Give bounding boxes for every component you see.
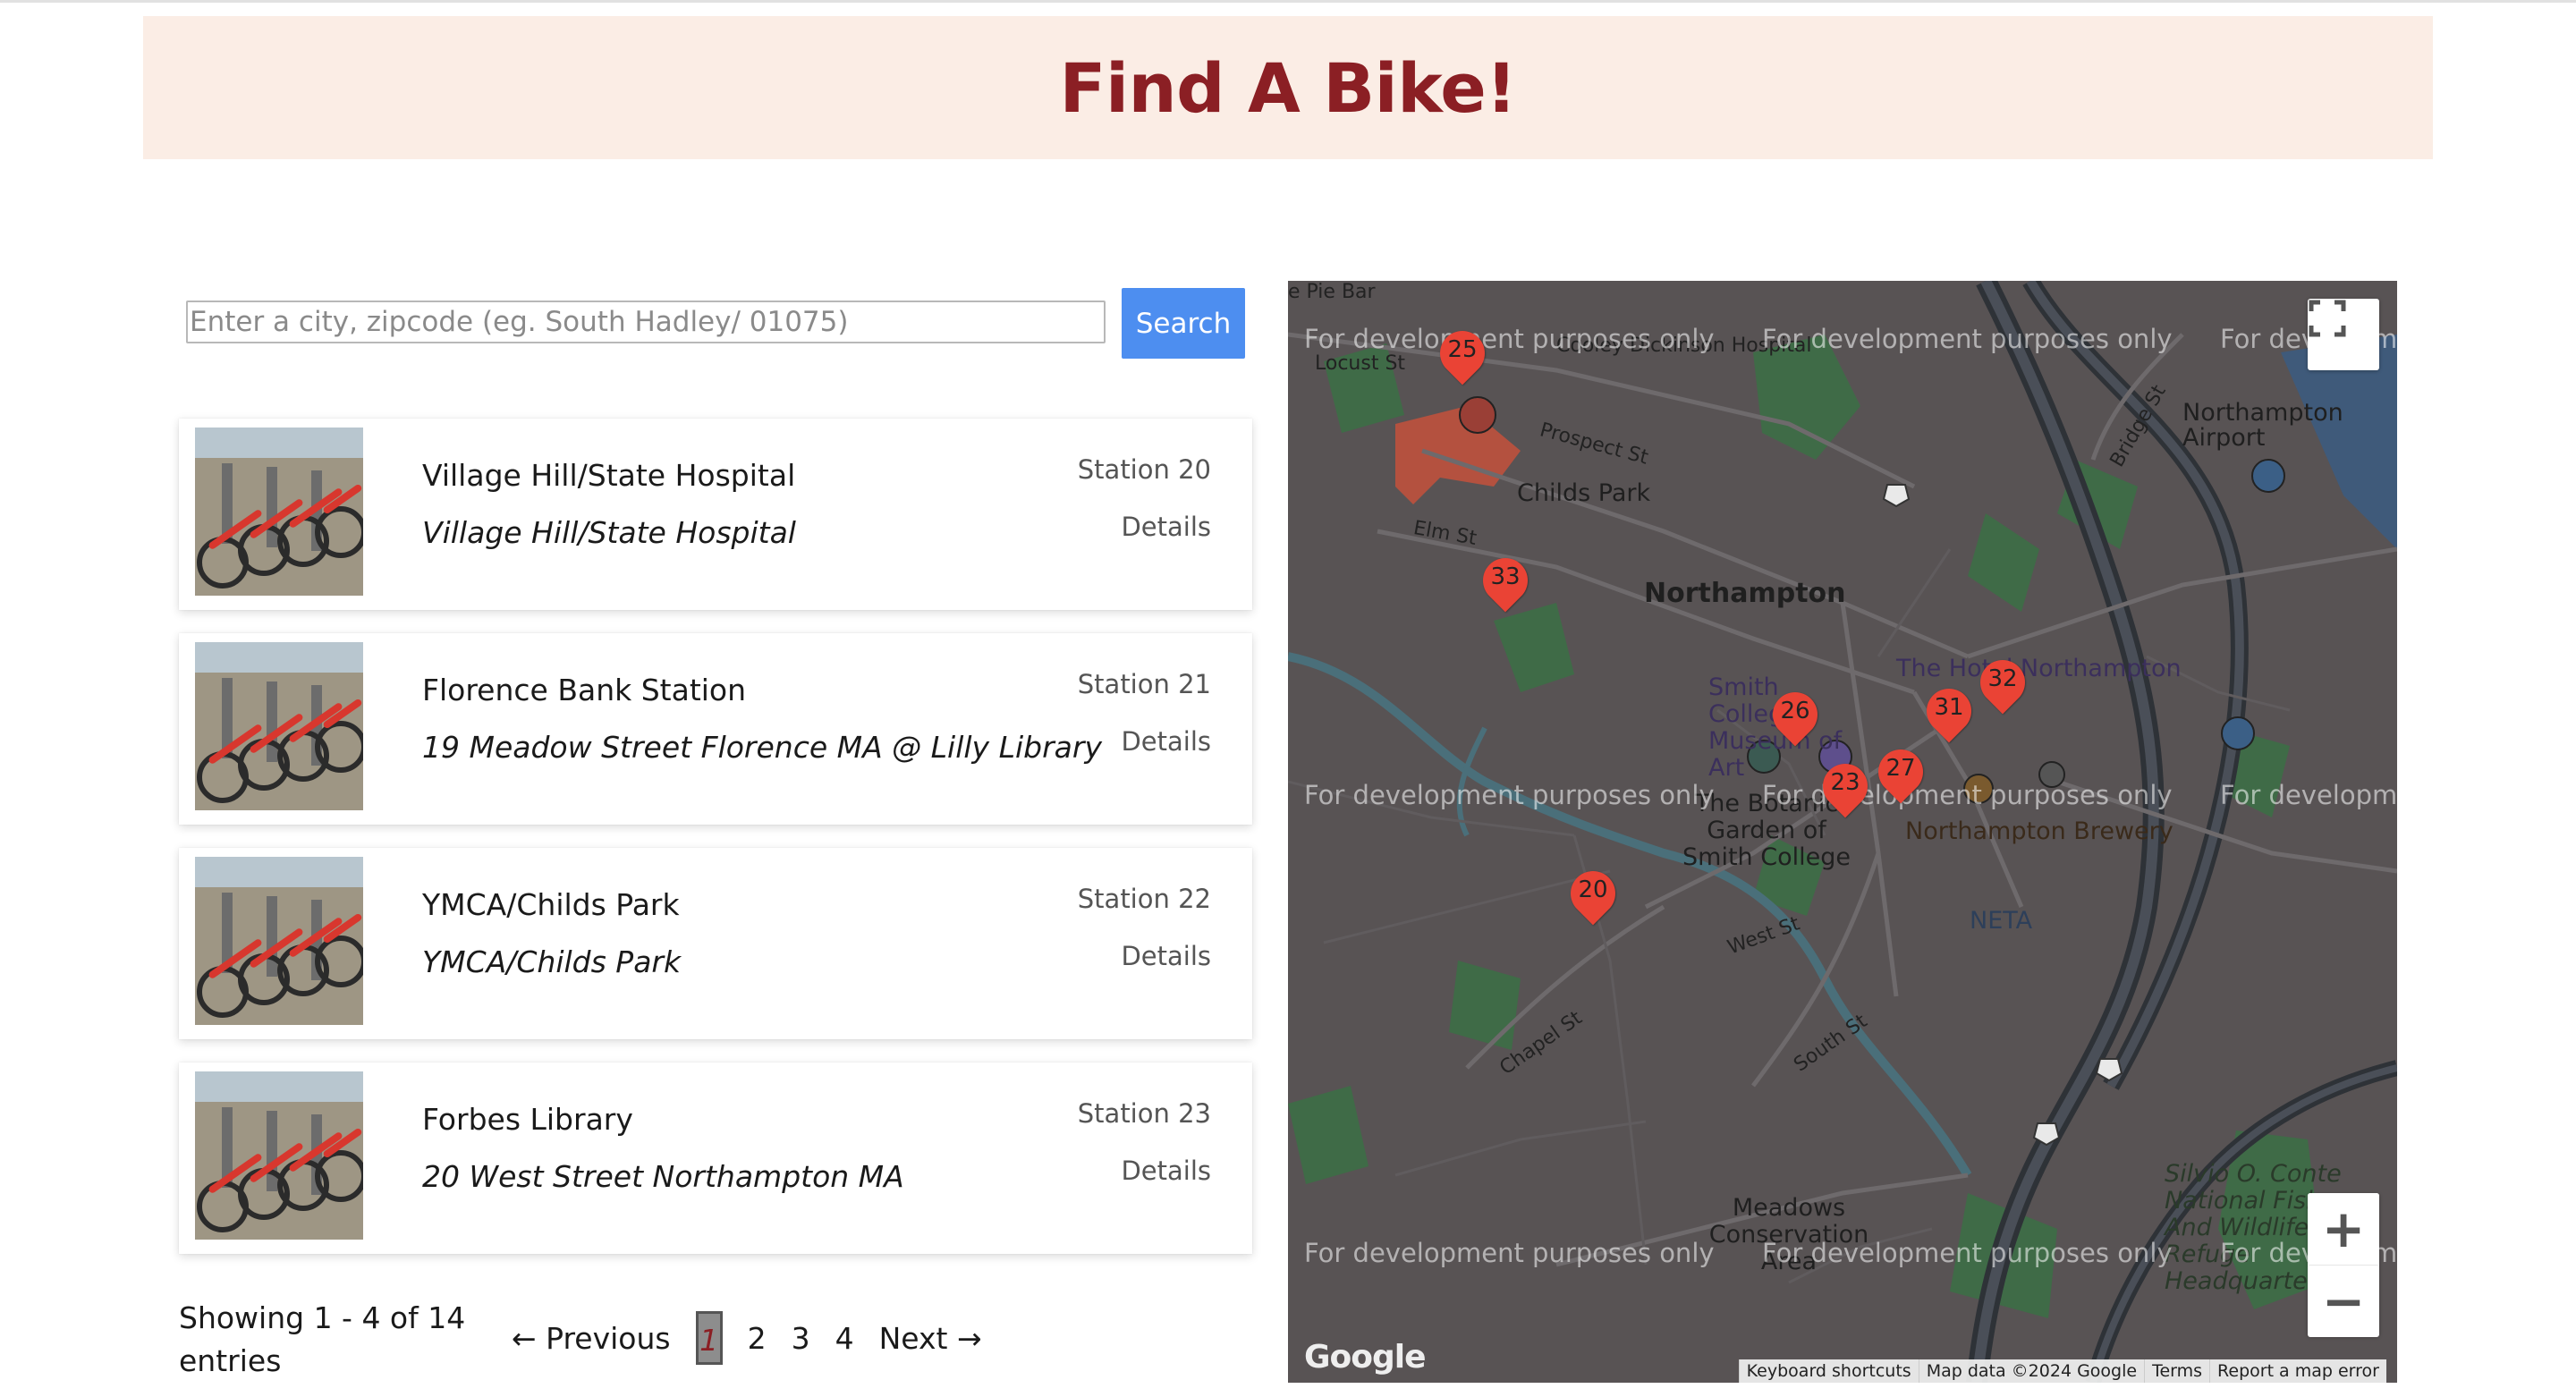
map-label-northampton: Northampton [1644,578,1846,609]
google-logo: Google [1304,1339,1427,1376]
search-button[interactable]: Search [1122,288,1245,359]
terms-link[interactable]: Terms [2144,1359,2210,1383]
map-label-airport: Northampton Airport [2182,399,2343,452]
details-link[interactable]: Details [1121,512,1211,542]
zoom-out-button[interactable]: − [2308,1265,2379,1337]
station-number: Station 21 [1077,669,1211,699]
details-link[interactable]: Details [1121,1156,1211,1186]
station-card[interactable]: Forbes Library 20 West Street Northampto… [179,1063,1252,1254]
page-header: Find A Bike! [143,16,2433,159]
page-4-link[interactable]: 4 [835,1321,854,1356]
station-marker[interactable]: 27 [1868,740,1933,809]
keyboard-shortcuts-link[interactable]: Keyboard shortcuts [1738,1359,1919,1383]
dev-watermark: For development purposes only [1304,1238,1715,1268]
search-bar: Search [186,288,1245,360]
dev-watermark: For development purposes only [1762,1238,2173,1268]
station-name: Village Hill/State Hospital [422,458,796,493]
search-input[interactable] [186,301,1106,343]
map-attribution: Keyboard shortcuts Map data ©2024 Google… [1738,1359,2386,1383]
station-list: Village Hill/State Hospital Village Hill… [179,419,1252,1277]
pagination: ← Previous 1 2 3 4 Next → [512,1311,982,1365]
station-photo [195,642,363,810]
page-3-link[interactable]: 3 [792,1321,810,1356]
station-name: YMCA/Childs Park [422,887,680,922]
station-address: 19 Meadow Street Florence MA @ Lilly Lib… [422,730,1102,765]
station-address: 20 West Street Northampton MA [422,1159,904,1194]
page-1-current[interactable]: 1 [695,1311,723,1365]
map-label-neta: NETA [1970,907,2033,935]
dev-watermark: For development purposes only [1762,324,2173,354]
station-card[interactable]: YMCA/Childs Park YMCA/Childs Park Statio… [179,848,1252,1039]
map-label-brewery: Northampton Brewery [1905,817,2174,845]
station-card[interactable]: Village Hill/State Hospital Village Hill… [179,419,1252,610]
page-2-link[interactable]: 2 [748,1321,767,1356]
station-marker[interactable]: 26 [1763,682,1827,751]
map-label-childs-park: Childs Park [1517,479,1651,507]
station-marker[interactable]: 23 [1813,754,1877,823]
page-title: Find A Bike! [1059,47,1517,128]
dev-watermark: For development purposes only [1304,780,1715,810]
station-photo [195,428,363,596]
station-address: Village Hill/State Hospital [422,515,796,550]
fullscreen-button[interactable] [2308,299,2379,370]
station-number: Station 22 [1077,884,1211,914]
station-number: Station 20 [1077,454,1211,485]
dev-watermark: For development purposes only [2220,780,2397,810]
station-marker[interactable]: 31 [1917,679,1981,748]
map-label-pie-bar: e Pie Bar [1288,281,1376,303]
station-photo [195,1071,363,1240]
top-border [0,0,2576,3]
zoom-in-button[interactable]: + [2308,1193,2379,1265]
station-marker[interactable]: 32 [1970,650,2035,719]
station-marker[interactable]: 33 [1473,548,1538,617]
station-address: YMCA/Childs Park [422,944,682,979]
station-name: Forbes Library [422,1102,633,1137]
next-page-link[interactable]: Next → [879,1321,982,1356]
station-name: Florence Bank Station [422,673,747,707]
station-photo [195,857,363,1025]
map-label-locust-st: Locust St [1315,352,1406,375]
details-link[interactable]: Details [1121,726,1211,757]
zoom-controls: + − [2308,1193,2379,1337]
map-data-credit: Map data ©2024 Google [1918,1359,2145,1383]
map-view[interactable]: e Pie Bar Cooley Dickinson Hospital Locu… [1288,281,2397,1383]
fullscreen-icon [2309,300,2346,337]
station-marker[interactable]: 25 [1430,321,1495,390]
station-marker[interactable]: 20 [1561,861,1625,930]
previous-page-link[interactable]: ← Previous [512,1321,671,1356]
map-label-hotel: The Hotel Northampton [1896,655,2182,682]
station-number: Station 23 [1077,1098,1211,1129]
report-error-link[interactable]: Report a map error [2209,1359,2386,1383]
entries-summary: Showing 1 - 4 of 14 entries [179,1300,466,1378]
details-link[interactable]: Details [1121,941,1211,971]
dev-watermark: For development purposes only [1304,324,1715,354]
station-card[interactable]: Florence Bank Station 19 Meadow Street F… [179,633,1252,825]
